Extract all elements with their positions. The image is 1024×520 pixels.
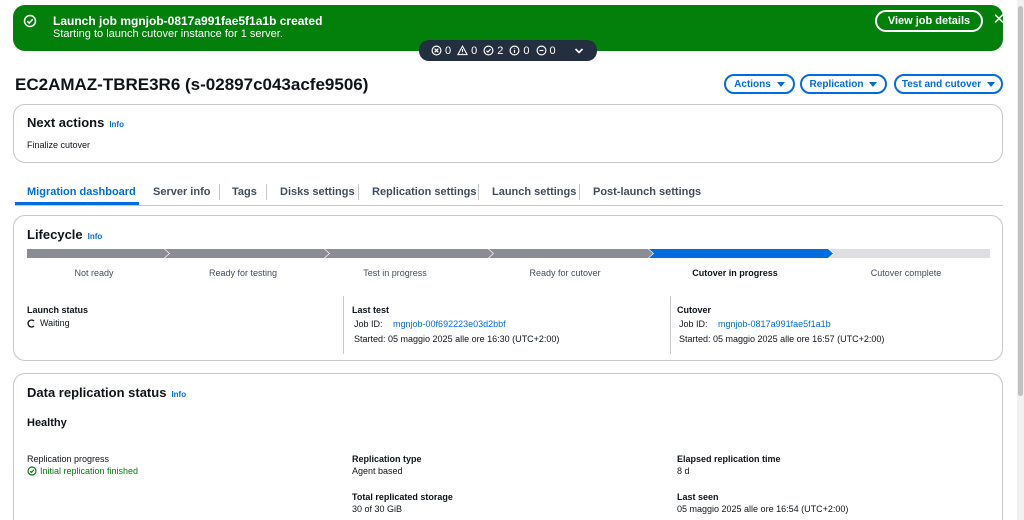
lifecycle-title: Lifecycle Info (27, 227, 103, 242)
tab-tags[interactable]: Tags (232, 180, 257, 204)
replication-type-label: Replication type (352, 454, 422, 464)
view-job-details-button[interactable]: View job details (875, 10, 983, 32)
lifecycle-segment (325, 249, 493, 258)
warning-icon (457, 45, 469, 56)
lifecycle-step-test-in-progress: Test in progress (363, 268, 427, 278)
lifecycle-step-ready-for-testing: Ready for testing (208, 268, 278, 278)
last-test-label: Last test (352, 305, 390, 315)
info-link[interactable]: Info (171, 390, 186, 399)
tab-divider (266, 184, 267, 200)
tab-bar: Migration dashboard Server info Tags Dis… (15, 180, 1003, 206)
elapsed-time-value: 8 d (677, 466, 690, 476)
in-progress-icon (536, 45, 546, 56)
in-progress-count: 0 (536, 45, 556, 57)
info-count: 0 (509, 45, 530, 57)
cutover-job-link[interactable]: mgnjob-0817a991fae5f1a1b (718, 319, 831, 329)
warning-count: 0 (457, 45, 477, 57)
spinner-icon (27, 318, 35, 328)
tab-divider (579, 184, 580, 200)
next-action-text: Finalize cutover (27, 140, 91, 150)
tab-disks-settings[interactable]: Disks settings (280, 180, 355, 204)
active-tab-indicator (15, 202, 139, 205)
lifecycle-step-ready-for-cutover: Ready for cutover (529, 268, 601, 278)
tab-replication-settings[interactable]: Replication settings (372, 180, 477, 204)
lifecycle-step-cutover-in-progress: Cutover in progress (692, 268, 778, 278)
lifecycle-segment (27, 249, 169, 258)
lifecycle-segment (829, 249, 990, 258)
page-title: EC2AMAZ-TBRE3R6 (s-02897c043acfe9506) (15, 75, 369, 94)
next-actions-title: Next actions Info (27, 115, 124, 130)
info-link[interactable]: Info (88, 232, 103, 241)
cutover-label: Cutover (677, 305, 712, 315)
tab-divider (478, 184, 479, 200)
scrollbar-thumb[interactable] (1018, 6, 1023, 396)
last-seen-label: Last seen (677, 492, 719, 502)
column-divider (343, 296, 344, 354)
replication-progress-value: Initial replication finished (27, 466, 138, 476)
tab-post-launch-settings[interactable]: Post-launch settings (593, 180, 701, 204)
success-count: 2 (483, 45, 503, 57)
lifecycle-segment (649, 249, 833, 258)
success-check-icon (23, 14, 37, 28)
test-and-cutover-button[interactable]: Test and cutover (894, 74, 1003, 94)
last-test-started: Started: 05 maggio 2025 alle ore 16:30 (… (354, 334, 560, 344)
replication-button[interactable]: Replication (800, 74, 887, 94)
error-icon (431, 45, 442, 56)
data-replication-title: Data replication status Info (27, 385, 187, 400)
tab-launch-settings[interactable]: Launch settings (492, 180, 576, 204)
lifecycle-step-not-ready: Not ready (74, 268, 114, 278)
cutover-job: Job ID: mgnjob-0817a991fae5f1a1b (679, 319, 831, 329)
tab-divider (358, 184, 359, 200)
lifecycle-progress-bar (27, 249, 990, 258)
total-storage-label: Total replicated storage (352, 492, 453, 502)
info-icon (509, 45, 520, 56)
column-divider (670, 296, 671, 354)
success-icon (483, 45, 494, 56)
total-storage-value: 30 of 30 GiB (352, 504, 403, 514)
info-link[interactable]: Info (109, 120, 124, 129)
caret-down-icon (776, 81, 785, 87)
flash-title: Launch job mgnjob-0817a991fae5f1a1b crea… (53, 14, 323, 28)
replication-progress-label: Replication progress (27, 454, 110, 464)
next-actions-panel: Next actions Info Finalize cutover (13, 104, 1003, 163)
tab-server-info[interactable]: Server info (153, 180, 210, 204)
lifecycle-segment (489, 249, 653, 258)
caret-down-icon (987, 81, 996, 87)
close-icon[interactable]: ✕ (990, 11, 1008, 29)
chevron-down-icon[interactable] (574, 46, 584, 56)
elapsed-time-label: Elapsed replication time (677, 454, 781, 464)
launch-status-value: Waiting (27, 318, 70, 328)
success-check-icon (27, 466, 37, 476)
flash-message: Starting to launch cutover instance for … (53, 28, 283, 40)
caret-down-icon (869, 81, 878, 87)
last-seen-value: 05 maggio 2025 alle ore 16:54 (UTC+2:00) (677, 504, 849, 514)
actions-button[interactable]: Actions (724, 74, 795, 94)
cutover-started: Started: 05 maggio 2025 alle ore 16:57 (… (679, 334, 885, 344)
lifecycle-step-cutover-complete: Cutover complete (870, 268, 942, 278)
notification-counter[interactable]: 0 0 2 0 0 (419, 40, 597, 61)
data-replication-panel: Data replication status Info (13, 373, 1003, 520)
replication-health: Healthy (27, 417, 67, 429)
lifecycle-segment (165, 249, 329, 258)
launch-status-label: Launch status (27, 305, 89, 315)
last-test-job-link[interactable]: mgnjob-00f692223e03d2bbf (393, 319, 506, 329)
last-test-job: Job ID: mgnjob-00f692223e03d2bbf (354, 319, 506, 329)
tab-divider (219, 184, 220, 200)
error-count: 0 (431, 45, 451, 57)
tab-migration-dashboard[interactable]: Migration dashboard (27, 180, 136, 204)
replication-type-value: Agent based (352, 466, 403, 476)
